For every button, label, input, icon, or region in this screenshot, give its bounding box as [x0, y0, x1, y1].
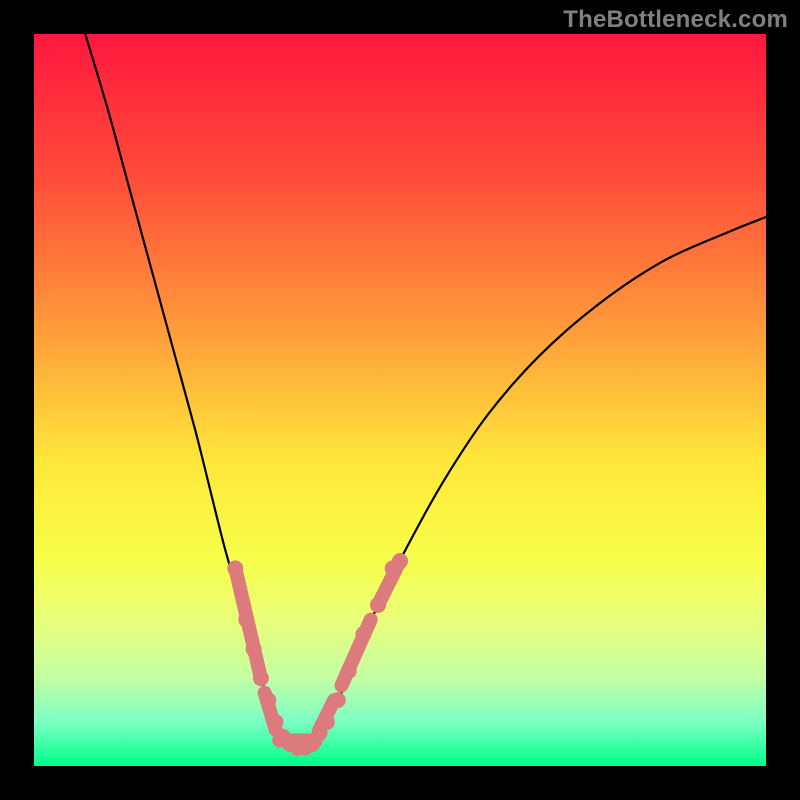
- bottleneck-curve: [85, 34, 766, 752]
- highlight-point: [253, 670, 269, 686]
- highlight-point: [246, 641, 262, 657]
- highlight-point: [227, 560, 243, 576]
- chart-frame: TheBottleneck.com: [0, 0, 800, 800]
- highlight-point: [355, 626, 371, 642]
- plot-area: [34, 34, 766, 766]
- highlight-point: [260, 692, 276, 708]
- curve-layer: [34, 34, 766, 766]
- highlight-point: [330, 692, 346, 708]
- highlight-point: [319, 714, 335, 730]
- highlight-point: [341, 663, 357, 679]
- highlight-point: [370, 597, 386, 613]
- highlight-overlay: [227, 553, 408, 756]
- watermark-text: TheBottleneck.com: [563, 6, 788, 34]
- highlight-point: [392, 553, 408, 569]
- highlight-point: [268, 714, 284, 730]
- highlight-point: [238, 612, 254, 628]
